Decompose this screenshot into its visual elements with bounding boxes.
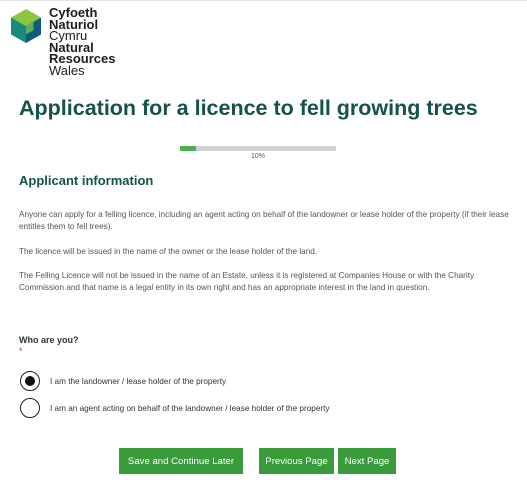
info-paragraph: The Felling Licence will not be issued i… xyxy=(19,271,475,292)
logo-wordmark: Cyfoeth Naturiol Cymru Natural Resources… xyxy=(49,6,115,78)
radio-option-landowner[interactable]: I am the landowner / lease holder of the… xyxy=(20,371,226,391)
hexagon-logo-icon xyxy=(11,9,41,43)
progress-bar xyxy=(180,146,336,151)
page-title: Application for a licence to fell growin… xyxy=(19,96,478,120)
top-divider xyxy=(0,0,527,1)
radio-label[interactable]: I am the landowner / lease holder of the… xyxy=(50,377,226,386)
radio-option-agent[interactable]: I am an agent acting on behalf of the la… xyxy=(20,398,329,418)
save-and-continue-later-button[interactable]: Save and Continue Later xyxy=(119,448,243,474)
next-page-button[interactable]: Next Page xyxy=(338,448,396,474)
previous-page-button[interactable]: Previous Page xyxy=(259,448,334,474)
progress-label: 10% xyxy=(250,153,265,160)
nrw-logo: Cyfoeth Naturiol Cymru Natural Resources… xyxy=(11,6,131,82)
progress-fill xyxy=(180,146,196,151)
info-paragraph: The licence will be issued in the name o… xyxy=(19,247,318,256)
logo-line: Wales xyxy=(49,62,85,78)
section-heading: Applicant information xyxy=(19,173,154,188)
required-marker: * xyxy=(19,346,23,356)
radio-button[interactable] xyxy=(20,371,40,391)
info-paragraph: Anyone can apply for a felling licence, … xyxy=(19,210,509,231)
radio-label[interactable]: I am an agent acting on behalf of the la… xyxy=(50,404,329,413)
radio-button[interactable] xyxy=(20,398,40,418)
question-label: Who are you? xyxy=(19,335,79,345)
